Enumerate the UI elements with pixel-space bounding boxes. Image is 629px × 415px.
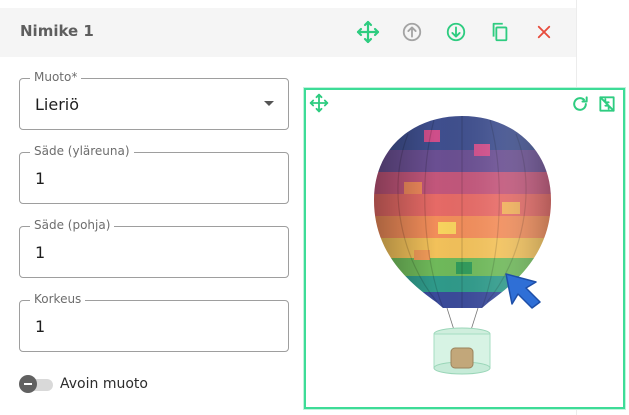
delete-icon[interactable] — [532, 20, 556, 44]
shape-value: Lieriö — [35, 95, 80, 114]
radius-top-value: 1 — [35, 169, 46, 188]
height-value: 1 — [35, 317, 46, 336]
height-label: Korkeus — [30, 292, 86, 306]
item-title: Nimike 1 — [20, 22, 94, 40]
model-preview-panel[interactable] — [304, 88, 625, 409]
chevron-down-icon — [264, 101, 274, 106]
radius-top-field[interactable]: Säde (yläreuna) 1 — [19, 144, 289, 204]
toggle-knob — [19, 375, 37, 393]
move-icon[interactable] — [356, 20, 380, 44]
duplicate-icon[interactable] — [488, 20, 512, 44]
radius-bottom-value: 1 — [35, 243, 46, 262]
radius-bottom-label: Säde (pohja) — [30, 218, 115, 232]
open-shape-label: Avoin muoto — [60, 376, 148, 392]
shape-select[interactable]: Muoto* Lieriö — [19, 70, 289, 130]
height-field[interactable]: Korkeus 1 — [19, 292, 289, 352]
hot-air-balloon-model — [374, 116, 551, 375]
radius-top-label: Säde (yläreuna) — [30, 144, 134, 158]
move-up-icon[interactable] — [400, 20, 424, 44]
shape-label: Muoto* — [30, 70, 82, 84]
move-down-icon[interactable] — [444, 20, 468, 44]
radius-bottom-field[interactable]: Säde (pohja) 1 — [19, 218, 289, 278]
open-shape-toggle[interactable] — [19, 375, 55, 393]
